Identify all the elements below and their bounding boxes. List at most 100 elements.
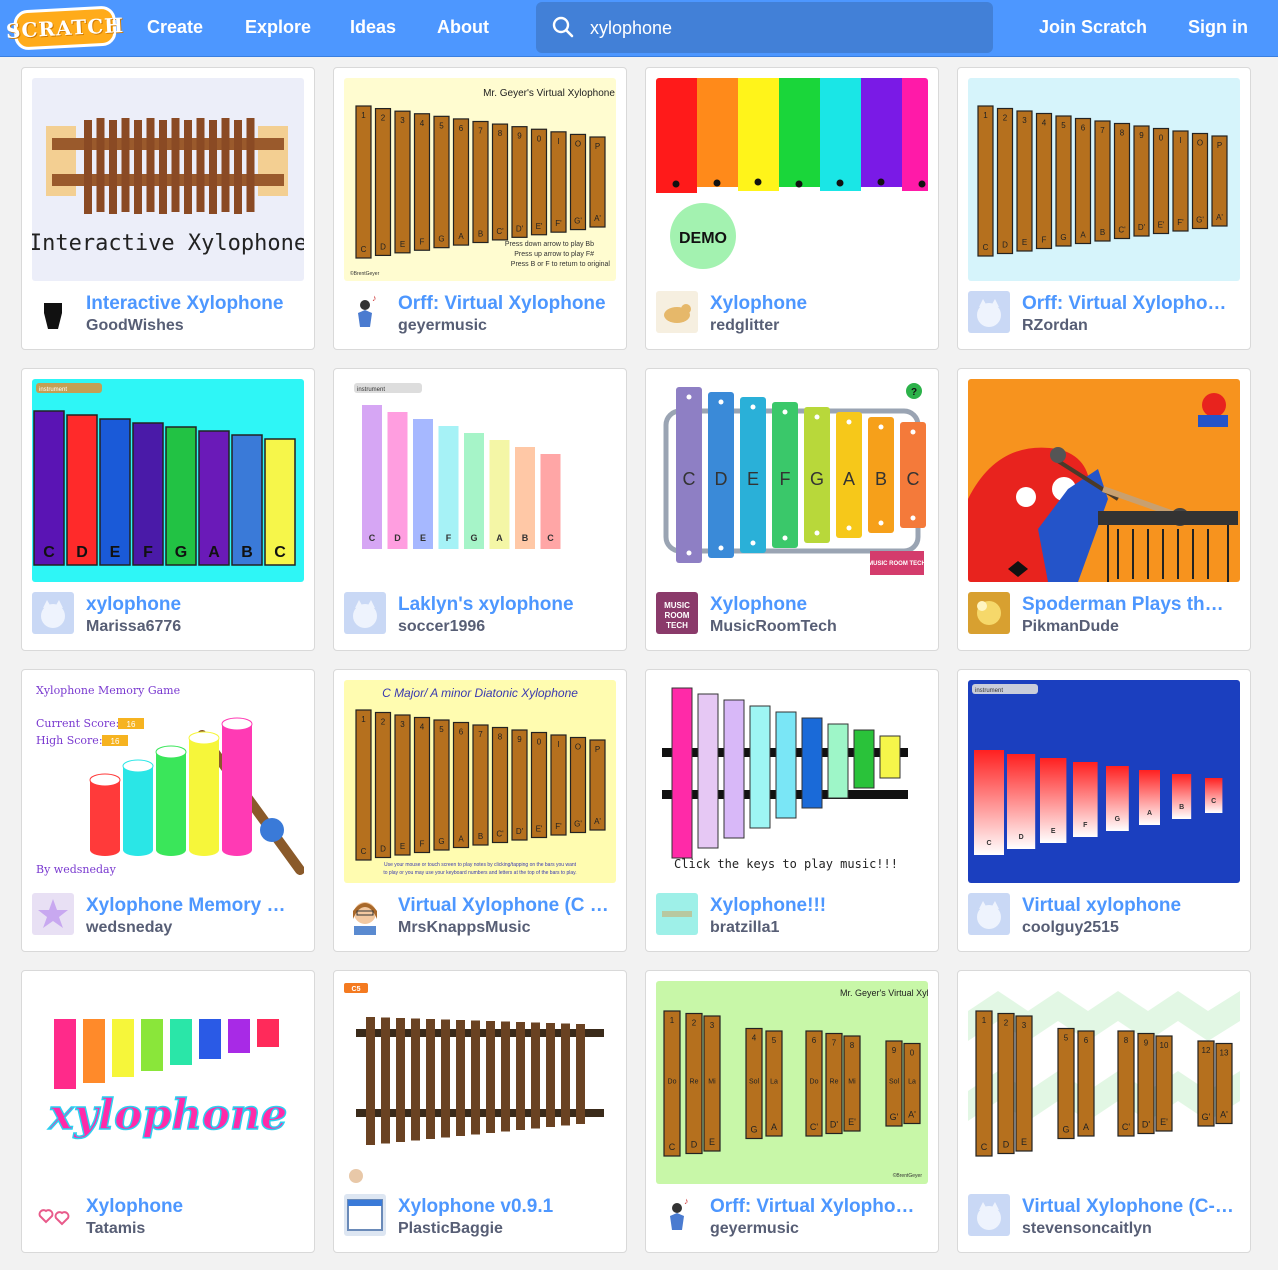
project-author[interactable]: PikmanDude	[1022, 618, 1240, 636]
project-title[interactable]: Xylophone	[86, 1196, 304, 1218]
project-card[interactable]: DEMO Xylophone redglitter	[645, 67, 939, 350]
project-author[interactable]: PlasticBaggie	[398, 1220, 616, 1238]
project-thumbnail[interactable]: xylophone	[32, 981, 304, 1184]
project-card[interactable]: instrument C D E F G A B C xylophone Marissa677…	[21, 368, 315, 651]
xylophone-thumbnail-graphic: Interactive Xylophone	[32, 78, 304, 281]
project-card[interactable]: Mr. Geyer's Virtual Xylophone C Pentaton…	[645, 970, 939, 1253]
avatar[interactable]	[968, 291, 1010, 333]
project-thumbnail[interactable]: Mr. Geyer's Virtual Xylophone Press down…	[344, 78, 616, 281]
project-card[interactable]: ? MUSIC ROOM TECH CDEFGABC MUSIC ROOM TECH…	[645, 368, 939, 651]
avatar[interactable]: MUSIC ROOM TECH	[656, 592, 698, 634]
project-author[interactable]: geyermusic	[710, 1220, 928, 1238]
project-author[interactable]: stevensoncaitlyn	[1022, 1220, 1240, 1238]
avatar[interactable]	[968, 893, 1010, 935]
project-author[interactable]: GoodWishes	[86, 317, 304, 335]
project-card[interactable]: Spoderman Plays th… PikmanDude	[957, 368, 1251, 651]
project-thumbnail[interactable]: Click the keys to play music!!!	[656, 680, 928, 883]
project-author[interactable]: wedsneday	[86, 919, 304, 937]
key-number: 1	[983, 111, 988, 120]
project-card[interactable]: C Major/ A minor Diatonic Xylophone Use …	[333, 669, 627, 952]
project-thumbnail[interactable]: instrument C D E F G A B C	[344, 379, 616, 582]
key-label: E'	[536, 825, 543, 834]
project-thumbnail[interactable]: DEMO	[656, 78, 928, 281]
project-title[interactable]: xylophone	[86, 594, 304, 616]
project-author[interactable]: soccer1996	[398, 618, 616, 636]
project-card[interactable]: Mr. Geyer's Virtual Xylophone Press down…	[333, 67, 627, 350]
key-number: 3	[400, 116, 405, 125]
avatar[interactable]	[968, 592, 1010, 634]
project-title[interactable]: Virtual xylophone	[1022, 895, 1240, 917]
project-thumbnail[interactable]: Mr. Geyer's Virtual Xylophone C Pentaton…	[656, 981, 928, 1184]
project-thumbnail[interactable]: 1 C 2 D 3 E 5 G 6 A 8 C' 9 D' 10 E' 12 G' 13 A'	[968, 981, 1240, 1184]
avatar[interactable]	[344, 592, 386, 634]
project-author[interactable]: MrsKnappsMusic	[398, 919, 616, 937]
project-author[interactable]: redglitter	[710, 317, 928, 335]
search-icon[interactable]	[552, 16, 574, 38]
project-thumbnail[interactable]	[968, 379, 1240, 582]
avatar[interactable]	[344, 893, 386, 935]
avatar[interactable]	[344, 1194, 386, 1236]
project-title[interactable]: Orff: Virtual Xylopho…	[1022, 293, 1240, 315]
project-thumbnail[interactable]: C Major/ A minor Diatonic Xylophone Use …	[344, 680, 616, 883]
project-thumbnail[interactable]: C5	[344, 981, 616, 1184]
key-label: G	[1062, 1125, 1069, 1135]
project-card[interactable]: instrument C D E F G A B C Virtual xylophone co…	[957, 669, 1251, 952]
project-author[interactable]: RZordan	[1022, 317, 1240, 335]
project-author[interactable]: coolguy2515	[1022, 919, 1240, 937]
project-author[interactable]: MusicRoomTech	[710, 618, 928, 636]
avatar[interactable]	[32, 893, 74, 935]
nav-create[interactable]: Create	[147, 17, 203, 38]
project-title[interactable]: Virtual Xylophone (C-…	[1022, 1196, 1240, 1218]
nav-ideas[interactable]: Ideas	[350, 17, 396, 38]
nav-explore[interactable]: Explore	[245, 17, 311, 38]
project-title[interactable]: Xylophone v0.9.1	[398, 1196, 616, 1218]
project-author[interactable]: bratzilla1	[710, 919, 928, 937]
project-title[interactable]: Xylophone Memory …	[86, 895, 304, 917]
avatar[interactable]	[656, 291, 698, 333]
project-card[interactable]: instrument C D E F G A B C Laklyn's xylophone s…	[333, 368, 627, 651]
join-scratch-link[interactable]: Join Scratch	[1039, 17, 1147, 38]
project-title[interactable]: Laklyn's xylophone	[398, 594, 616, 616]
project-card[interactable]: Click the keys to play music!!! Xylophon…	[645, 669, 939, 952]
project-card[interactable]: xylophone Xylophone Tatamis	[21, 970, 315, 1253]
project-card[interactable]: C5 Xylophone v0.9.1 PlasticBaggie	[333, 970, 627, 1253]
nav-about[interactable]: About	[437, 17, 489, 38]
avatar[interactable]	[32, 592, 74, 634]
project-title[interactable]: Orff: Virtual Xylophone	[398, 293, 616, 315]
search-input[interactable]	[588, 14, 982, 42]
project-title[interactable]: Interactive Xylophone	[86, 293, 304, 315]
svg-text:Current Score:: Current Score:	[36, 717, 119, 730]
key-label: E	[420, 533, 426, 543]
key-label: C	[986, 840, 991, 847]
scratch-logo[interactable]: SCRATCH	[5, 5, 125, 51]
avatar[interactable]	[32, 291, 74, 333]
project-card[interactable]: 1 C 2 D 3 E 5 G 6 A 8 C' 9 D' 10 E' 12 G' 13 A' Virtual Xyl…	[957, 970, 1251, 1253]
project-title[interactable]: Virtual Xylophone (C …	[398, 895, 616, 917]
project-thumbnail[interactable]: 1 C 2 D 3 E 4 F 5 G 6 A 7 B 8 C' 9 D' 0 E' I F' O G' P A'	[968, 78, 1240, 281]
project-title[interactable]: Xylophone	[710, 594, 928, 616]
project-author[interactable]: Marissa6776	[86, 618, 304, 636]
project-thumbnail[interactable]: ? MUSIC ROOM TECH CDEFGABC	[656, 379, 928, 582]
avatar[interactable]	[968, 1194, 1010, 1236]
avatar[interactable]: ♪	[656, 1194, 698, 1236]
memory-game-thumbnail-graphic: Xylophone Memory Game Current Score: 16 …	[32, 680, 304, 883]
project-card[interactable]: 1 C 2 D 3 E 4 F 5 G 6 A 7 B 8 C' 9 D' 0 E' I F' O G' P A' Orff: V…	[957, 67, 1251, 350]
project-card[interactable]: Interactive Xylophone Interactive Xyloph…	[21, 67, 315, 350]
project-title[interactable]: Orff: Virtual Xylopho…	[710, 1196, 928, 1218]
avatar[interactable]: ♪	[344, 291, 386, 333]
key-label: G'	[574, 820, 582, 829]
project-title[interactable]: Xylophone	[710, 293, 928, 315]
project-card[interactable]: Xylophone Memory Game Current Score: 16 …	[21, 669, 315, 952]
avatar[interactable]	[656, 893, 698, 935]
key-label: C'	[496, 830, 504, 839]
project-thumbnail[interactable]: Xylophone Memory Game Current Score: 16 …	[32, 680, 304, 883]
project-title[interactable]: Spoderman Plays th…	[1022, 594, 1240, 616]
project-thumbnail[interactable]: instrument C D E F G A B C	[32, 379, 304, 582]
project-thumbnail[interactable]: instrument C D E F G A B C	[968, 680, 1240, 883]
sign-in-link[interactable]: Sign in	[1188, 17, 1248, 38]
project-author[interactable]: geyermusic	[398, 317, 616, 335]
project-thumbnail[interactable]: Interactive Xylophone	[32, 78, 304, 281]
project-title[interactable]: Xylophone!!!	[710, 895, 928, 917]
project-author[interactable]: Tatamis	[86, 1220, 304, 1238]
avatar[interactable]	[32, 1194, 74, 1236]
